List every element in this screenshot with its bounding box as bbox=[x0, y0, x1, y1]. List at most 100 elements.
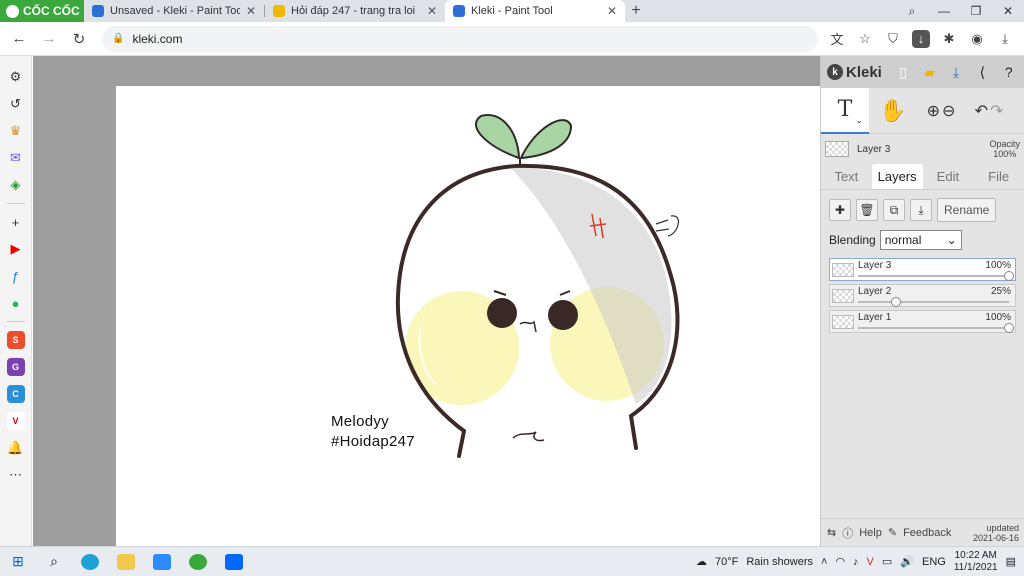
restore-icon[interactable]: ❐ bbox=[960, 0, 992, 22]
facebook-icon[interactable]: ƒ bbox=[7, 267, 25, 285]
bookmark-star-icon[interactable]: ☆ bbox=[852, 26, 878, 52]
open-folder-icon[interactable]: ▰ bbox=[920, 62, 938, 82]
save-download-icon[interactable]: ⤓ bbox=[947, 62, 965, 82]
notification-bell-icon[interactable]: 🔔 bbox=[7, 439, 25, 457]
tab-file[interactable]: File bbox=[973, 164, 1024, 189]
close-icon[interactable]: ✕ bbox=[427, 4, 437, 18]
wifi-icon[interactable]: ◠ bbox=[835, 555, 845, 568]
slider-knob[interactable] bbox=[890, 297, 901, 307]
file-explorer-icon[interactable] bbox=[108, 547, 144, 576]
vtv-app-icon[interactable]: V bbox=[6, 412, 25, 430]
game-app-icon[interactable]: G bbox=[6, 358, 25, 376]
windows-start-icon[interactable]: ⊞ bbox=[0, 547, 36, 576]
language-indicator[interactable]: ENG bbox=[922, 556, 946, 568]
add-layer-button[interactable]: ✚ bbox=[829, 199, 851, 221]
zoom-app-icon[interactable] bbox=[144, 547, 180, 576]
rename-layer-button[interactable]: Rename bbox=[937, 198, 997, 222]
spotify-icon[interactable]: ● bbox=[7, 294, 25, 312]
duplicate-layer-button[interactable]: ⧉ bbox=[883, 199, 905, 221]
layer-item[interactable]: Layer 2 25% bbox=[829, 284, 1016, 307]
layer-item[interactable]: Layer 1 100% bbox=[829, 310, 1016, 333]
tab-text[interactable]: Text bbox=[821, 164, 872, 189]
notification-icon[interactable]: ▤ bbox=[1006, 555, 1016, 568]
layer-opacity-slider[interactable] bbox=[858, 297, 1009, 307]
chevron-up-icon[interactable]: ˄ bbox=[821, 556, 827, 568]
close-window-icon[interactable]: ✕ bbox=[992, 0, 1024, 22]
browser-logo[interactable]: CỐC CỐC bbox=[0, 0, 84, 22]
slider-knob[interactable] bbox=[1004, 271, 1014, 281]
tab-edit[interactable]: Edit bbox=[923, 164, 974, 189]
redo-icon[interactable]: ↷ bbox=[990, 101, 1003, 121]
canvas-workspace[interactable]: Melodyy #Hoidap247 bbox=[33, 56, 820, 546]
merge-layer-button[interactable]: ⤓ bbox=[910, 199, 932, 221]
minimize-icon[interactable]: — bbox=[928, 0, 960, 22]
search-icon[interactable]: ⌕ bbox=[36, 547, 72, 576]
lock-icon[interactable]: 🔒 bbox=[112, 33, 124, 44]
weather-description[interactable]: Rain showers bbox=[746, 556, 813, 568]
undo-icon[interactable]: ↶ bbox=[975, 101, 988, 121]
kleki-logo[interactable]: k Kleki bbox=[827, 64, 882, 81]
downloads-icon[interactable]: ⤓ bbox=[992, 26, 1018, 52]
panel-footer: ⇆ ⓘ Help ✎ Feedback updated 2021-06-16 bbox=[821, 518, 1024, 546]
more-options-icon[interactable]: ⋯ bbox=[7, 466, 25, 484]
url-input[interactable]: 🔒 kleki.com bbox=[102, 25, 818, 52]
new-tab-button[interactable]: + bbox=[625, 0, 647, 22]
reload-button[interactable]: ↻ bbox=[66, 26, 92, 52]
calendar-app-icon[interactable]: C bbox=[6, 385, 25, 403]
slider-knob[interactable] bbox=[1004, 323, 1014, 333]
tab-kleki-active[interactable]: Kleki - Paint Tool ✕ bbox=[445, 0, 625, 22]
game-controller-icon[interactable]: ◈ bbox=[7, 176, 25, 194]
zoom-out-icon[interactable]: ⊖ bbox=[942, 101, 955, 121]
help-circle-icon[interactable]: ? bbox=[1000, 62, 1018, 82]
swap-sides-icon[interactable]: ⇆ bbox=[827, 526, 836, 539]
search-tabs-icon[interactable]: ⌕ bbox=[896, 0, 928, 22]
video-camera-icon[interactable]: ▭ bbox=[882, 555, 892, 568]
add-shortcut-icon[interactable]: + bbox=[7, 213, 25, 231]
close-icon[interactable]: ✕ bbox=[607, 4, 617, 18]
shopee-app-icon[interactable]: S bbox=[6, 331, 25, 349]
profile-icon[interactable]: ◉ bbox=[964, 26, 990, 52]
tab-hoidap247[interactable]: Hỏi đáp 247 - trang tra loi ✕ bbox=[265, 0, 445, 22]
address-bar-actions: 文 ☆ ⛉ ↓ ✱ ◉ ⤓ bbox=[824, 26, 1018, 52]
coccoc-app-icon[interactable] bbox=[180, 547, 216, 576]
close-icon[interactable]: ✕ bbox=[246, 4, 256, 18]
translate-icon[interactable]: 文 bbox=[824, 26, 850, 52]
weather-temp[interactable]: 70°F bbox=[715, 556, 738, 568]
zoom-in-icon[interactable]: ⊕ bbox=[927, 101, 940, 121]
extensions-icon[interactable]: ✱ bbox=[936, 26, 962, 52]
microphone-icon[interactable]: ♪ bbox=[853, 556, 859, 568]
blending-select[interactable]: normal ⌄ bbox=[879, 230, 962, 250]
layer-opacity-slider[interactable] bbox=[858, 271, 1014, 281]
edge-app-icon[interactable] bbox=[72, 547, 108, 576]
messenger-icon[interactable]: ✉ bbox=[7, 149, 25, 167]
weather-icon[interactable]: ☁ bbox=[696, 555, 707, 568]
feedback-icon[interactable]: ✎ bbox=[888, 526, 897, 539]
delete-layer-button[interactable]: 🗑 bbox=[856, 199, 878, 221]
shield-icon[interactable]: ⛉ bbox=[880, 26, 906, 52]
vivaldi-icon[interactable]: V bbox=[867, 556, 874, 568]
new-image-icon[interactable]: ▯ bbox=[894, 62, 912, 82]
tab-layers[interactable]: Layers bbox=[871, 164, 923, 189]
forward-button[interactable]: → bbox=[36, 26, 62, 52]
feedback-link[interactable]: Feedback bbox=[903, 527, 951, 539]
tab-unsaved-kleki[interactable]: Unsaved - Kleki - Paint Tool ✕ bbox=[84, 0, 264, 22]
zalo-app-icon[interactable] bbox=[216, 547, 252, 576]
history-icon[interactable]: ↺ bbox=[7, 95, 25, 113]
text-tool-button[interactable]: T ⌄ bbox=[821, 87, 869, 134]
drawing-canvas[interactable]: Melodyy #Hoidap247 bbox=[116, 86, 820, 546]
chevron-down-icon[interactable]: ⌄ bbox=[855, 116, 863, 126]
download-video-icon[interactable]: ↓ bbox=[912, 29, 930, 48]
back-button[interactable]: ← bbox=[6, 26, 32, 52]
share-icon[interactable]: ⟨ bbox=[973, 62, 991, 82]
clock[interactable]: 10:22 AM 11/1/2021 bbox=[954, 550, 998, 574]
help-link[interactable]: Help bbox=[859, 527, 882, 539]
crown-icon[interactable]: ♛ bbox=[7, 122, 25, 140]
current-layer-preview: Layer 3 Opacity 100% bbox=[821, 134, 1024, 164]
layer-opacity-slider[interactable] bbox=[858, 323, 1014, 333]
layer-item[interactable]: Layer 3 100% bbox=[829, 258, 1016, 281]
settings-gear-icon[interactable]: ⚙ bbox=[7, 68, 25, 86]
help-circle-icon[interactable]: ⓘ bbox=[842, 525, 853, 541]
hand-tool-button[interactable]: ✋ bbox=[869, 88, 917, 134]
volume-icon[interactable]: 🔊 bbox=[900, 555, 914, 568]
youtube-icon[interactable]: ▶ bbox=[7, 240, 25, 258]
